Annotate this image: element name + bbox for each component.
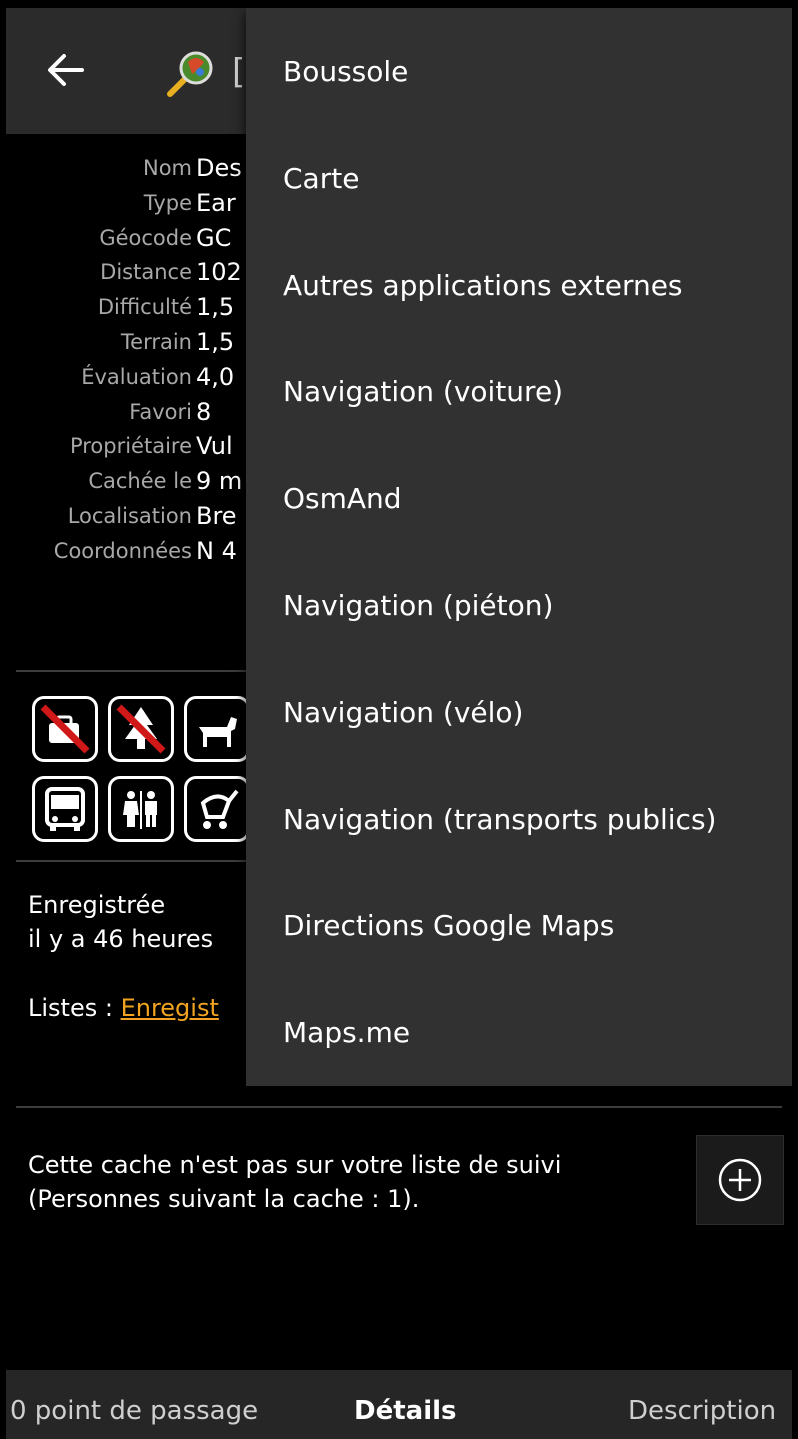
detail-value: 9 m bbox=[196, 467, 243, 496]
plus-circle-icon bbox=[718, 1158, 762, 1202]
detail-row: Propriétaire Vul bbox=[6, 432, 246, 467]
menu-item[interactable]: Boussole bbox=[283, 18, 792, 125]
detail-label: Coordonnées bbox=[53, 538, 192, 563]
detail-row: Évaluation 4,0 bbox=[6, 363, 246, 398]
menu-item[interactable]: Maps.me bbox=[283, 979, 792, 1086]
bus-icon[interactable] bbox=[32, 776, 98, 842]
navigation-menu: Boussole Carte Autres applications externe… bbox=[246, 8, 792, 1086]
detail-row: Nom Des bbox=[6, 154, 246, 189]
no-forest-icon[interactable] bbox=[108, 696, 174, 762]
detail-row: Cachée le 9 m bbox=[6, 467, 246, 502]
detail-row: Localisation Bre bbox=[6, 502, 246, 537]
detail-value: 8 bbox=[196, 397, 212, 426]
detail-value: Des bbox=[196, 154, 242, 182]
menu-item[interactable]: Autres applications externes bbox=[283, 232, 792, 339]
menu-item[interactable]: Navigation (voiture) bbox=[283, 338, 792, 445]
cache-details: Nom Des Type Ear Géocode GC Distance 102 Difficu… bbox=[6, 154, 246, 572]
detail-label: Difficulté bbox=[97, 295, 192, 320]
tab-description[interactable]: Description bbox=[628, 1396, 776, 1426]
detail-value: 4,0 bbox=[196, 362, 235, 391]
menu-item[interactable]: Carte bbox=[283, 125, 792, 232]
detail-value: Ear bbox=[196, 188, 236, 217]
lists-link[interactable]: Enregist bbox=[121, 994, 219, 1022]
tab-bar: 0 point de passage Détails Description bbox=[6, 1370, 792, 1439]
saved-status: Enregistrée il y a 46 heures bbox=[28, 888, 213, 956]
watchers-count: (Personnes suivant la cache : 1). bbox=[28, 1185, 420, 1213]
detail-label: Localisation bbox=[67, 503, 192, 528]
tab-waypoints[interactable]: 0 point de passage bbox=[10, 1396, 258, 1426]
back-arrow-icon[interactable] bbox=[42, 46, 90, 94]
detail-row: Géocode GC bbox=[6, 224, 246, 259]
screen: [ Nom Des Type Ear Géocode GC Distance 102 Diffi… bbox=[6, 8, 792, 1439]
detail-label: Propriétaire bbox=[69, 434, 192, 459]
detail-row: Coordonnées N 4 bbox=[6, 537, 246, 572]
page-title: [ bbox=[232, 52, 246, 92]
lists-row: Listes : Enregist bbox=[28, 994, 219, 1022]
dog-icon[interactable] bbox=[184, 696, 250, 762]
no-luggage-icon[interactable] bbox=[32, 696, 98, 762]
detail-row: Distance 102 bbox=[6, 258, 246, 293]
detail-label: Nom bbox=[142, 156, 192, 180]
menu-item[interactable]: Directions Google Maps bbox=[283, 872, 792, 979]
restroom-icon[interactable] bbox=[108, 776, 174, 842]
watchlist-status: Cette cache n'est pas sur votre liste de… bbox=[28, 1148, 668, 1216]
detail-value: 1,5 bbox=[196, 293, 235, 322]
tab-details[interactable]: Détails bbox=[354, 1396, 457, 1426]
saved-time: il y a 46 heures bbox=[28, 925, 214, 953]
lists-label: Listes : bbox=[28, 994, 113, 1022]
detail-label: Favori bbox=[129, 399, 192, 424]
detail-value: Vul bbox=[196, 432, 233, 461]
detail-row: Favori 8 bbox=[6, 398, 246, 433]
menu-item[interactable]: Navigation (vélo) bbox=[283, 659, 792, 766]
detail-value: N 4 bbox=[196, 536, 237, 565]
detail-row: Type Ear bbox=[6, 189, 246, 224]
watchlist-text: Cette cache n'est pas sur votre liste de… bbox=[28, 1151, 562, 1179]
detail-value: 1,5 bbox=[196, 327, 235, 356]
app-logo-icon bbox=[164, 48, 216, 100]
add-to-watchlist-button[interactable] bbox=[696, 1135, 784, 1225]
detail-label: Type bbox=[143, 190, 192, 215]
divider bbox=[16, 1106, 782, 1108]
detail-label: Évaluation bbox=[81, 364, 192, 389]
detail-value: GC bbox=[196, 223, 232, 252]
detail-label: Géocode bbox=[99, 225, 192, 250]
menu-item[interactable]: Navigation (transports publics) bbox=[283, 766, 792, 873]
detail-label: Distance bbox=[100, 260, 192, 285]
saved-label: Enregistrée bbox=[28, 891, 166, 919]
detail-label: Cachée le bbox=[88, 469, 192, 494]
menu-item[interactable]: OsmAnd bbox=[283, 445, 792, 552]
detail-label: Terrain bbox=[120, 329, 192, 354]
detail-row: Terrain 1,5 bbox=[6, 328, 246, 363]
detail-value: 102 bbox=[196, 258, 242, 287]
detail-value: Bre bbox=[196, 501, 237, 530]
detail-row: Difficulté 1,5 bbox=[6, 293, 246, 328]
stroller-icon[interactable] bbox=[184, 776, 250, 842]
menu-item[interactable]: Navigation (piéton) bbox=[283, 552, 792, 659]
